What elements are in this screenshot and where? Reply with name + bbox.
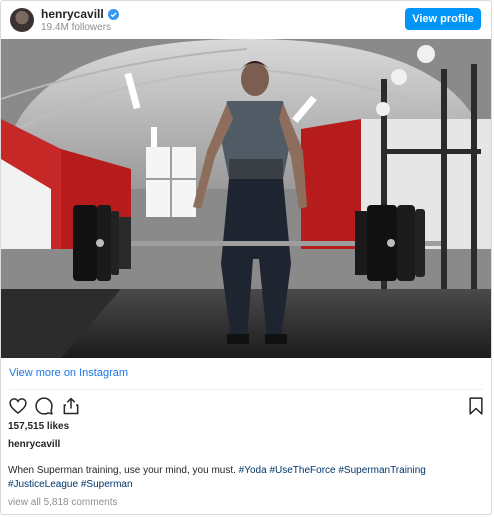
- hashtag-link[interactable]: #SupermanTraining: [338, 465, 425, 476]
- username[interactable]: henrycavill: [41, 7, 104, 21]
- hashtag-link[interactable]: #UseTheForce: [269, 465, 335, 476]
- hashtag-link[interactable]: #Superman: [81, 479, 133, 490]
- post-photo[interactable]: [1, 39, 492, 358]
- hashtag-link[interactable]: #Yoda: [239, 465, 267, 476]
- hashtag-link[interactable]: #JusticeLeague: [8, 479, 78, 490]
- bookmark-icon[interactable]: [466, 396, 486, 416]
- avatar[interactable]: [10, 8, 34, 32]
- action-bar: [1, 396, 491, 418]
- view-profile-button[interactable]: View profile: [405, 8, 481, 30]
- verified-icon: [107, 8, 119, 20]
- comment-icon[interactable]: [34, 396, 54, 416]
- view-comments-link[interactable]: view all 5,818 comments: [8, 497, 118, 508]
- caption-text: When Superman training, use your mind, y…: [8, 465, 236, 476]
- divider: [9, 389, 483, 390]
- instagram-embed-card: henrycavill 19.4M followers View profile: [0, 0, 492, 515]
- share-icon[interactable]: [61, 396, 81, 416]
- view-more-link[interactable]: View more on Instagram: [9, 367, 128, 379]
- follower-count: 19.4M followers: [41, 22, 112, 33]
- post-caption: When Superman training, use your mind, y…: [8, 464, 478, 492]
- post-author[interactable]: henrycavill: [8, 439, 60, 450]
- post-header: henrycavill 19.4M followers View profile: [1, 1, 491, 39]
- like-count[interactable]: 157,515 likes: [8, 421, 69, 432]
- heart-icon[interactable]: [8, 396, 28, 416]
- username-row: henrycavill: [41, 7, 119, 21]
